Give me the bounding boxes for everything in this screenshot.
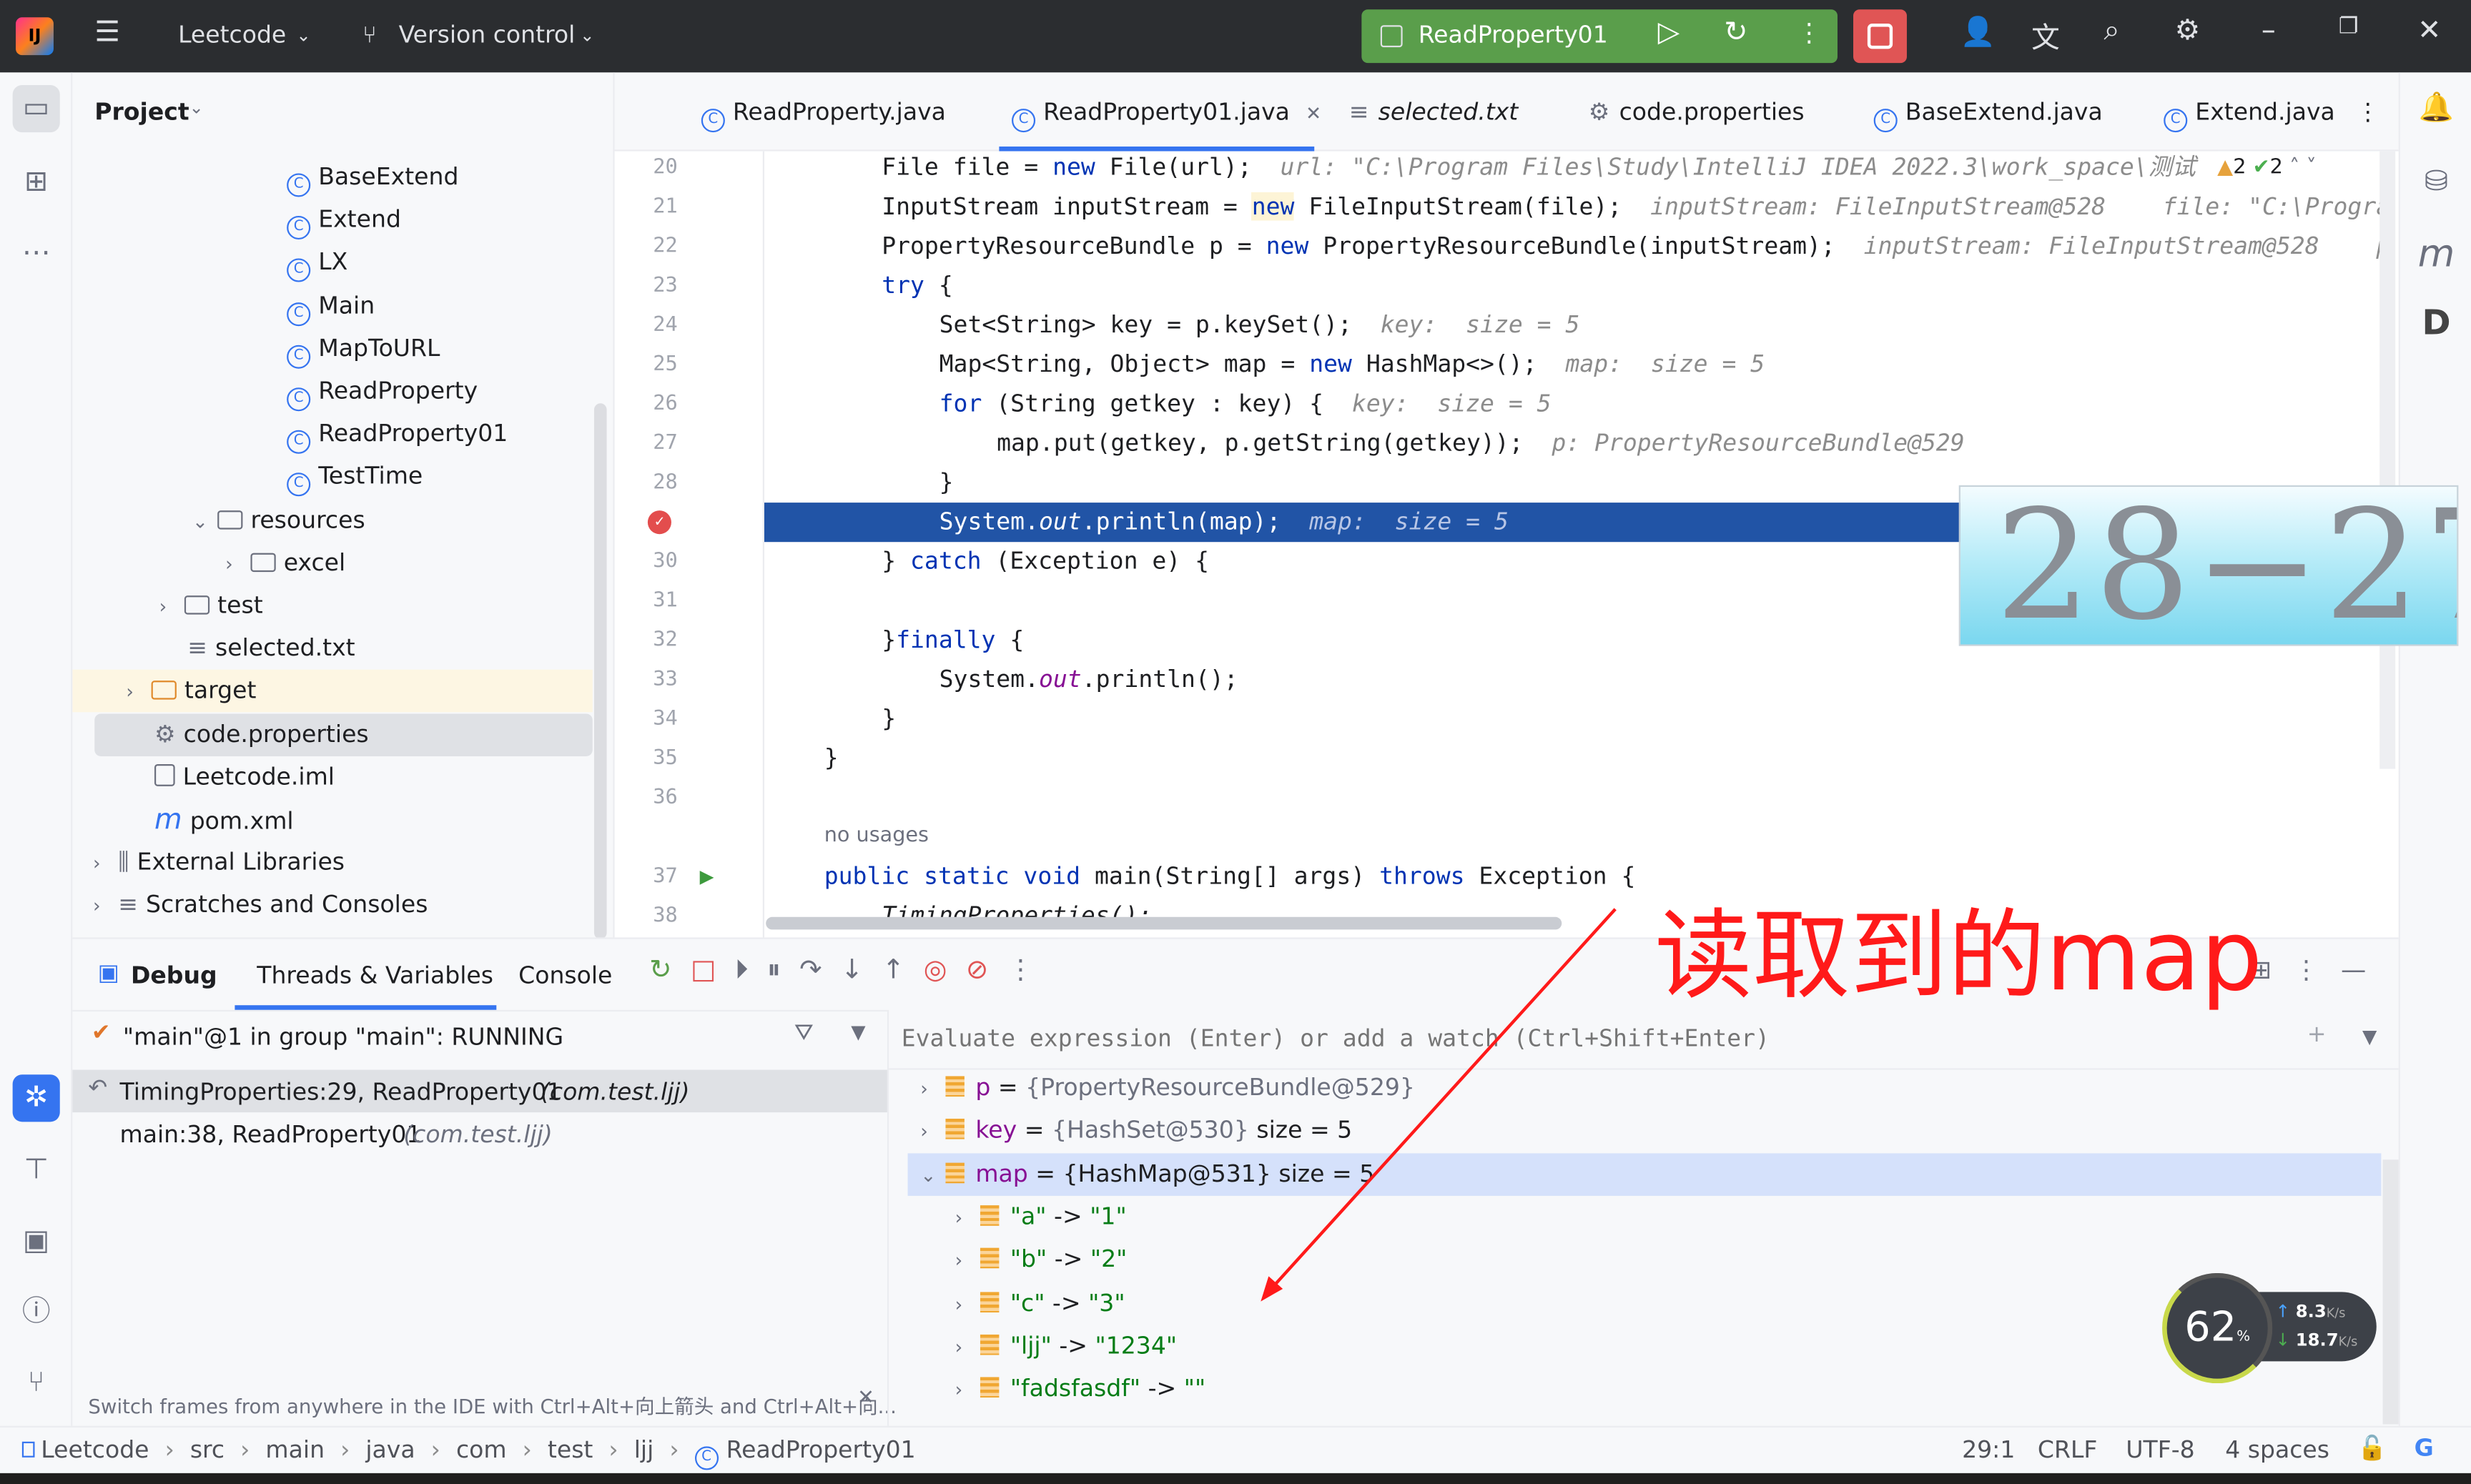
upload-speed: 8.3 xyxy=(2295,1301,2327,1322)
download-icon: ↓ xyxy=(2275,1330,2291,1350)
module-icon xyxy=(21,1441,35,1458)
chevron-right-icon: › xyxy=(522,1435,532,1464)
class-icon: C xyxy=(694,1446,719,1470)
download-speed: 18.7 xyxy=(2295,1330,2339,1350)
google-icon[interactable]: G xyxy=(2415,1434,2434,1463)
speed-unit: K/s xyxy=(2326,1306,2346,1321)
chevron-right-icon: › xyxy=(608,1435,618,1464)
chevron-right-icon: › xyxy=(240,1435,250,1464)
caret-position[interactable]: 29:1 xyxy=(1962,1435,2015,1464)
network-widget[interactable]: ↑ 8.3K/s ↓ 18.7K/s 62% xyxy=(2162,1272,2377,1384)
breadcrumb-item[interactable]: ljj xyxy=(634,1435,654,1464)
chevron-right-icon: › xyxy=(430,1435,440,1464)
taskbar-strip xyxy=(0,1473,2471,1484)
breadcrumb-item[interactable]: ReadProperty01 xyxy=(726,1435,916,1464)
chevron-right-icon: › xyxy=(340,1435,350,1464)
file-encoding[interactable]: UTF-8 xyxy=(2126,1435,2194,1464)
indent-setting[interactable]: 4 spaces xyxy=(2225,1435,2329,1464)
lock-icon[interactable]: 🔓 xyxy=(2357,1434,2387,1463)
chevron-right-icon: › xyxy=(164,1435,174,1464)
breadcrumb-item[interactable]: Leetcode xyxy=(41,1435,149,1464)
breadcrumb-item[interactable]: java xyxy=(365,1435,415,1464)
annotation-arrow-layer xyxy=(1261,908,1617,1302)
breadcrumb-item[interactable]: com xyxy=(456,1435,507,1464)
ide-window: IJ ☰ Leetcode ⌄ ⑂ Version control ⌄ Read… xyxy=(0,0,2471,1484)
annotation-arrow xyxy=(1264,908,1617,1297)
memory-gauge: 62% xyxy=(2162,1272,2273,1384)
memory-percent: 62 xyxy=(2184,1304,2237,1352)
breadcrumb-item[interactable]: main xyxy=(265,1435,325,1464)
status-bar: Leetcode › src › main › java › com › test › ljj › C Rea… xyxy=(0,1425,2471,1473)
upload-icon: ↑ xyxy=(2275,1301,2291,1322)
speed-unit: K/s xyxy=(2338,1334,2358,1349)
line-separator[interactable]: CRLF xyxy=(2038,1435,2098,1464)
breadcrumb-item[interactable]: src xyxy=(190,1435,225,1464)
breadcrumb-item[interactable]: test xyxy=(548,1435,593,1464)
chevron-right-icon: › xyxy=(669,1435,679,1464)
breadcrumb: Leetcode › src › main › java › com › test › ljj › C Rea… xyxy=(21,1435,916,1470)
